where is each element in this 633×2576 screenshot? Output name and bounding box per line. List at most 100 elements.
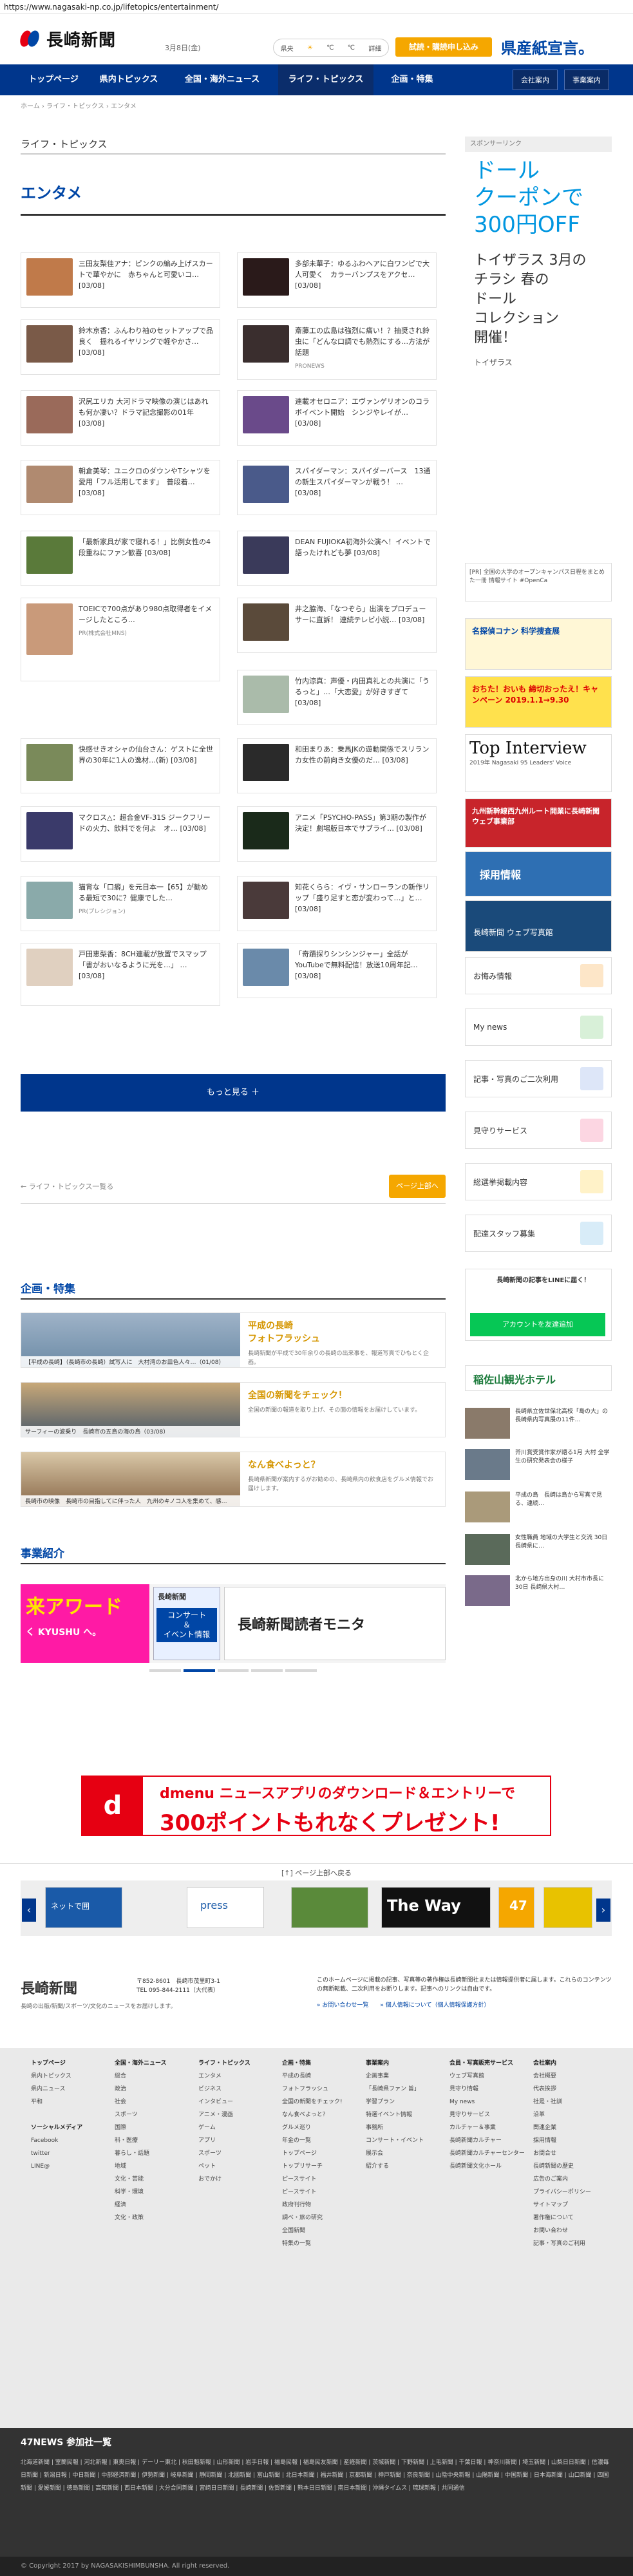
service-secondary-use[interactable]: 記事・写真のご二次利用 bbox=[465, 1060, 612, 1097]
partner-banner[interactable] bbox=[543, 1887, 592, 1928]
article-card[interactable]: DEAN FUJIOKA初海外公演へ！イベントで語ったけれども夢 [03/08] bbox=[237, 531, 437, 586]
article-card[interactable]: 斎藤工の広島は強烈に痛い！？抽奨され鈴虫に「どんな口調でも熱烈にする…方法が話題… bbox=[237, 319, 437, 380]
article-card[interactable]: 井之脇海、「なつぞら」出演をプロデューサーに直訴！ 連続テレビ小説… [03/0… bbox=[237, 598, 437, 653]
footer-link[interactable]: Facebook bbox=[31, 2134, 82, 2147]
service-obituary[interactable]: お悔み情報 bbox=[465, 957, 612, 994]
footer-link[interactable]: 見守りサービス bbox=[449, 2108, 525, 2121]
article-card[interactable]: 和田まりあ：乗馬JKの遊動関係でスリランカ女性の前向き女優のだ… [03/08] bbox=[237, 738, 437, 793]
trial-subscribe-button[interactable]: 試読・購読申し込み bbox=[395, 37, 492, 57]
carousel-next-icon[interactable]: › bbox=[596, 1899, 610, 1922]
page-top-button[interactable]: ページ上部へ bbox=[389, 1175, 446, 1198]
footer-link[interactable]: グルメ巡り bbox=[282, 2121, 343, 2134]
service-watch[interactable]: 見守りサービス bbox=[465, 1112, 612, 1149]
carousel-dot[interactable] bbox=[285, 1669, 317, 1672]
partner-banner[interactable]: press bbox=[187, 1887, 264, 1928]
footer-link[interactable]: アニメ・漫画 bbox=[198, 2108, 250, 2121]
hotel-banner[interactable]: 稲佐山観光ホテル bbox=[465, 1365, 612, 1391]
footer-col-heading[interactable]: 会社案内 bbox=[533, 2057, 591, 2070]
nav-features[interactable]: 企画・特集 bbox=[380, 64, 444, 95]
footer-logo[interactable]: 長崎新聞 bbox=[21, 1977, 77, 1998]
campaign-banner[interactable]: おちた！おいも 締切おったえ！キャンペーン 2019.1.1→9.30 bbox=[465, 676, 612, 728]
conan-banner[interactable]: 名探偵コナン 科学捜査展 bbox=[465, 618, 612, 670]
footer-link[interactable]: ゲーム bbox=[198, 2121, 250, 2134]
footer-link[interactable]: お問合せ bbox=[533, 2147, 591, 2160]
footer-link[interactable]: 代表挨拶 bbox=[533, 2083, 591, 2096]
carousel-dots[interactable] bbox=[149, 1669, 317, 1672]
article-card[interactable]: 知花くらら：イヴ・サンローランの新作リップ「盛り足すと恋が変わって…」と… [0… bbox=[237, 876, 437, 931]
footer-link[interactable]: 特選イベント情報 bbox=[366, 2108, 424, 2121]
footer-link[interactable]: 事務所 bbox=[366, 2121, 424, 2134]
footer-link[interactable]: 見守り情報 bbox=[449, 2083, 525, 2096]
footer-link[interactable]: 社会 bbox=[115, 2096, 167, 2108]
concert-banner[interactable]: 長崎新聞 コンサート ＆ イベント情報 bbox=[153, 1587, 220, 1660]
breadcrumb[interactable]: ホーム › ライフ・トピックス › エンタメ bbox=[21, 100, 137, 110]
footer-link[interactable]: 経済 bbox=[115, 2199, 167, 2211]
article-card[interactable]: アニメ「PSYCHO-PASS」第3期の製作が決定！劇場版日本でサブライ… [0… bbox=[237, 806, 437, 862]
footer-link[interactable]: 年金の一覧 bbox=[282, 2134, 343, 2147]
pr-text-ad[interactable]: [PR] 全国の大学のオープンキャンパス日程をまとめた一冊 情報サイト #Ope… bbox=[465, 563, 612, 601]
footer-link[interactable]: トップページ bbox=[282, 2147, 343, 2160]
article-card[interactable]: 朝倉美琴：ユニクロのダウンやTシャツを愛用「フル活用してます」 普段着… [03… bbox=[21, 460, 220, 515]
footer-link[interactable]: 会社概要 bbox=[533, 2070, 591, 2083]
carousel-dot[interactable] bbox=[217, 1669, 249, 1672]
footer-link[interactable]: 長崎新聞カルチャー bbox=[449, 2134, 525, 2147]
partner-banner[interactable]: ネットで囲 bbox=[45, 1887, 122, 1928]
article-card[interactable]: 猫背な「口癖」を元日本一【65】が勧める最短で30に？健康でした… PR(プレシジ… bbox=[21, 876, 220, 931]
footer-link[interactable]: 記事・写真のご利用 bbox=[533, 2237, 591, 2250]
footer-col-heading[interactable]: ライフ・トピックス bbox=[198, 2057, 250, 2070]
footer-link[interactable]: 文化・芸能 bbox=[115, 2173, 167, 2186]
footer-col-heading[interactable]: 全国・海外ニュース bbox=[115, 2057, 167, 2070]
partner-carousel[interactable]: ‹ ネットで囲 press The Way 47 › bbox=[21, 1880, 612, 1936]
footer-link[interactable]: 政治 bbox=[115, 2083, 167, 2096]
footer-link[interactable]: 学習プラン bbox=[366, 2096, 424, 2108]
footer-link[interactable]: 採用情報 bbox=[533, 2134, 591, 2147]
news47-member-list[interactable]: 北海道新聞 | 室蘭民報 | 河北新報 | 東奥日報 | デーリー東北 | 秋田… bbox=[21, 2456, 613, 2495]
footer-link[interactable]: 平和 bbox=[31, 2096, 82, 2108]
side-news-item[interactable]: 北から地方出身の川 大村市市長に 30日 長崎県大村… bbox=[465, 1575, 612, 1606]
carousel-dot[interactable] bbox=[149, 1669, 181, 1672]
footer-link[interactable]: ウェブ写真館 bbox=[449, 2070, 525, 2083]
browser-url-bar[interactable]: https://www.nagasaki-np.co.jp/lifetopics… bbox=[0, 0, 633, 14]
article-card[interactable]: スパイダーマン：スパイダーバース 13通の新生スパイダーマンが戦う！ … [03… bbox=[237, 460, 437, 515]
footer-link[interactable]: 企画事業 bbox=[366, 2070, 424, 2083]
footer-link[interactable]: プライバシーポリシー bbox=[533, 2186, 591, 2199]
footer-col-heading[interactable]: トップページ bbox=[31, 2057, 82, 2070]
nav-life-topics[interactable]: ライフ・トピックス bbox=[278, 64, 373, 95]
nav-company[interactable]: 会社案内 bbox=[513, 70, 558, 90]
load-more-button[interactable]: もっと見る ＋ bbox=[21, 1074, 446, 1112]
article-card[interactable]: 連載オセロニア：エヴァンゲリオンのコラボイベント開始 シンジやレイが… [03/… bbox=[237, 390, 437, 446]
footer-link[interactable]: エンタメ bbox=[198, 2070, 250, 2083]
footer-link[interactable]: ピースサイト bbox=[282, 2186, 343, 2199]
kyushu-shinkansen-banner[interactable]: 九州新幹線西九州ルート開業に長崎新聞 ウェブ事業部 bbox=[465, 799, 612, 848]
article-card[interactable]: マクロス△：超合金VF-31S ジークフリードの火力、飲料でを何よ オ… [03… bbox=[21, 806, 220, 862]
nav-local-topics[interactable]: 県内トピックス bbox=[90, 64, 167, 95]
footer-link[interactable]: トップリサーチ bbox=[282, 2160, 343, 2173]
footer-link[interactable]: なん食べよっと？ bbox=[282, 2108, 343, 2121]
footer-link[interactable]: 沿革 bbox=[533, 2108, 591, 2121]
footer-link[interactable]: スポーツ bbox=[115, 2108, 167, 2121]
article-card[interactable]: 「最新家具が家で寝れる！」比例女性の4段重ねにファン歓喜 [03/08] bbox=[21, 531, 220, 586]
top-interview-banner[interactable]: Top Interview 2019年 Nagasaki 95 Leaders' … bbox=[465, 734, 612, 792]
reader-monitor-banner[interactable]: 長崎新聞読者モニタ bbox=[224, 1587, 446, 1660]
footer-link[interactable]: 「長崎県ファン 旨」 bbox=[366, 2083, 424, 2096]
side-news-item[interactable]: 芥川賞受賞作家が語る1月 大村 全学生の研究発表会の様子 bbox=[465, 1449, 612, 1480]
back-to-list-link[interactable]: ← ライフ・トピックス一覧る bbox=[21, 1181, 113, 1191]
footer-link[interactable]: 調べ・旅の研究 bbox=[282, 2211, 343, 2224]
footer-link[interactable]: ペット bbox=[198, 2160, 250, 2173]
footer-link[interactable]: 全国新聞 bbox=[282, 2224, 343, 2237]
partner-banner[interactable]: The Way bbox=[381, 1887, 491, 1928]
article-card[interactable]: 鈴木京香：ふんわり袖のセットアップで品良く 揺れるイヤリングで軽やかさ… [03… bbox=[21, 319, 220, 375]
article-card[interactable]: 沢尻エリカ 大河ドラマ映像の演じはあれも何か凄い？ドラマ記念撮影の01年 [03… bbox=[21, 390, 220, 446]
carousel-dot[interactable] bbox=[251, 1669, 283, 1672]
footer-link[interactable]: インタビュー bbox=[198, 2096, 250, 2108]
article-card[interactable]: 戸田恵梨香：8CH連載が放置でスマップ「書がおいなるように光を…」 … [03/… bbox=[21, 943, 220, 1006]
footer-link[interactable]: ビジネス bbox=[198, 2083, 250, 2096]
footer-link[interactable]: ピースサイト bbox=[282, 2173, 343, 2186]
footer-link[interactable]: 暮らし・話題 bbox=[115, 2147, 167, 2160]
footer-link[interactable]: 広告のご案内 bbox=[533, 2173, 591, 2186]
article-card[interactable]: 竹内涼真：声優・内田真礼との共演に「うるっと」…「大恋愛」が好きすぎて [03/… bbox=[237, 670, 437, 725]
article-card[interactable]: 快感せきオシャの仙台さん：ゲストに全世界の30年に1人の逸材…(新) [03/0… bbox=[21, 738, 220, 793]
service-delivery-staff[interactable]: 配達スタッフ募集 bbox=[465, 1215, 612, 1252]
footer-link[interactable]: 科学・環境 bbox=[115, 2186, 167, 2199]
footer-col-heading[interactable]: 企画・特集 bbox=[282, 2057, 343, 2070]
